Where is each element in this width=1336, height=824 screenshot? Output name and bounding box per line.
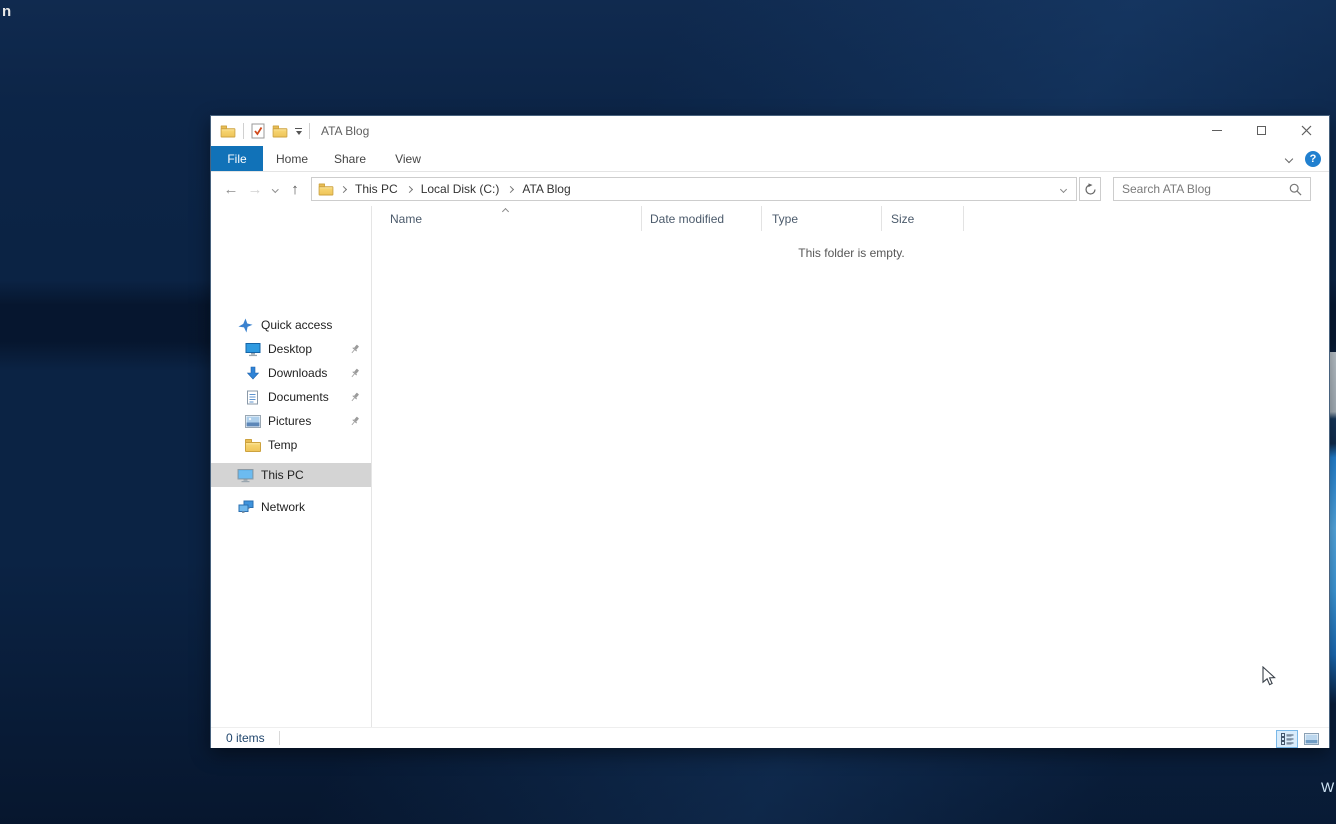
pin-icon: [350, 392, 360, 406]
details-view-icon: [1280, 733, 1293, 745]
address-bar[interactable]: This PC Local Disk (C:) ATA Blog: [311, 177, 1077, 201]
toolbar-separator: [243, 123, 244, 139]
sidebar-item-label: Desktop: [268, 342, 313, 356]
quick-access-star-icon: [237, 317, 254, 333]
sidebar-item-network[interactable]: Network: [211, 495, 371, 519]
pin-icon: [350, 368, 360, 382]
status-separator: [278, 731, 280, 745]
sidebar-item-label: Temp: [268, 438, 298, 452]
sidebar-item-desktop[interactable]: Desktop: [211, 337, 371, 361]
sort-ascending-icon: [501, 207, 510, 216]
address-folder-icon: [318, 183, 334, 195]
tab-view[interactable]: View: [379, 146, 437, 171]
pin-icon: [350, 344, 360, 358]
column-label: Name: [390, 211, 423, 226]
tab-file[interactable]: File: [211, 146, 263, 171]
desktop-stray-text-bottom: W: [1321, 779, 1335, 795]
large-icons-view-button[interactable]: [1300, 730, 1322, 748]
view-toggles: [1276, 730, 1322, 748]
sidebar-item-label: Network: [261, 500, 306, 514]
search-box[interactable]: Search ATA Blog: [1113, 177, 1311, 201]
desktop-stray-text: n: [2, 3, 12, 20]
column-header-type[interactable]: Type: [762, 206, 882, 231]
sidebar-item-documents[interactable]: Documents: [211, 385, 371, 409]
main-area: Quick access Desktop Downloads Documents…: [211, 206, 1329, 727]
up-button[interactable]: ↑: [283, 177, 307, 201]
computer-icon: [237, 467, 254, 483]
navigation-pane: Quick access Desktop Downloads Documents…: [211, 206, 371, 727]
large-icons-view-icon: [1303, 733, 1319, 745]
help-icon[interactable]: ?: [1305, 151, 1321, 167]
sidebar-item-label: Pictures: [268, 414, 312, 428]
folder-icon: [244, 437, 261, 453]
items-count: 0 items: [226, 731, 265, 745]
sidebar-item-label: Documents: [268, 390, 329, 404]
sidebar-item-label: Quick access: [261, 318, 333, 332]
sidebar-item-pictures[interactable]: Pictures: [211, 409, 371, 433]
navigation-bar: ← → ↑ This PC Local Disk (C:) ATA Blog S…: [211, 172, 1329, 206]
tab-share[interactable]: Share: [321, 146, 379, 171]
toolbar-separator: [309, 123, 310, 139]
status-bar: 0 items: [211, 727, 1329, 748]
file-list-area[interactable]: Name Date modified Type Size This folder…: [372, 206, 1331, 727]
forward-button[interactable]: →: [243, 177, 267, 201]
close-icon: [1301, 125, 1312, 136]
documents-icon: [244, 389, 261, 405]
column-header-name[interactable]: Name: [372, 206, 642, 231]
maximize-button[interactable]: [1239, 116, 1284, 145]
column-label: Type: [772, 211, 799, 226]
column-label: Date modified: [650, 211, 725, 226]
breadcrumb-ata-blog[interactable]: ATA Blog: [514, 182, 578, 196]
column-header-row: Name Date modified Type Size: [372, 206, 1331, 231]
breadcrumb-local-disk-c[interactable]: Local Disk (C:): [413, 182, 508, 196]
window-title: ATA Blog: [321, 124, 370, 138]
window-folder-icon: [220, 125, 236, 137]
back-button[interactable]: ←: [219, 177, 243, 201]
title-bar[interactable]: ATA Blog: [211, 116, 1329, 146]
pin-icon: [350, 416, 360, 430]
empty-folder-message: This folder is empty.: [798, 246, 905, 260]
window-controls: [1194, 116, 1329, 145]
mouse-cursor: [1262, 665, 1277, 692]
minimize-button[interactable]: [1194, 116, 1239, 145]
sidebar-item-label: Downloads: [268, 366, 328, 380]
address-dropdown-icon[interactable]: [1055, 185, 1072, 193]
search-icon[interactable]: [1289, 183, 1310, 196]
refresh-button[interactable]: [1079, 177, 1101, 201]
properties-icon[interactable]: [251, 123, 265, 139]
breadcrumb-separator-icon[interactable]: [405, 185, 413, 193]
column-header-date-modified[interactable]: Date modified: [642, 206, 762, 231]
details-view-button[interactable]: [1276, 730, 1298, 748]
breadcrumb-separator-icon[interactable]: [339, 185, 348, 193]
sidebar-item-downloads[interactable]: Downloads: [211, 361, 371, 385]
quick-access-toolbar: ATA Blog: [211, 123, 369, 139]
column-header-size[interactable]: Size: [882, 206, 964, 231]
maximize-icon: [1257, 126, 1266, 135]
sidebar-item-temp[interactable]: Temp: [211, 433, 371, 457]
ribbon-tab-bar: File Home Share View: [211, 146, 1329, 172]
breadcrumb-this-pc[interactable]: This PC: [347, 182, 406, 196]
ribbon-right-controls: ?: [1284, 146, 1329, 172]
breadcrumb-separator-icon[interactable]: [507, 185, 515, 193]
search-input[interactable]: Search ATA Blog: [1114, 182, 1289, 196]
file-explorer-window: ATA Blog File Home Share View ? ← → ↑ Th…: [210, 115, 1330, 748]
downloads-icon: [244, 365, 261, 381]
refresh-icon: [1084, 182, 1096, 195]
pictures-icon: [244, 413, 261, 429]
new-folder-icon[interactable]: [272, 125, 288, 137]
sidebar-item-this-pc[interactable]: This PC: [211, 463, 371, 487]
recent-locations-icon[interactable]: [267, 177, 283, 201]
sidebar-item-label: This PC: [261, 468, 304, 482]
network-icon: [237, 499, 254, 515]
sidebar-item-quick-access[interactable]: Quick access: [211, 313, 371, 337]
customize-quick-access-toolbar-icon[interactable]: [295, 127, 302, 135]
expand-ribbon-icon[interactable]: [1284, 154, 1294, 164]
column-label: Size: [891, 211, 915, 226]
tab-home[interactable]: Home: [263, 146, 321, 171]
close-button[interactable]: [1284, 116, 1329, 145]
minimize-icon: [1211, 130, 1222, 131]
desktop-icon: [244, 341, 261, 357]
